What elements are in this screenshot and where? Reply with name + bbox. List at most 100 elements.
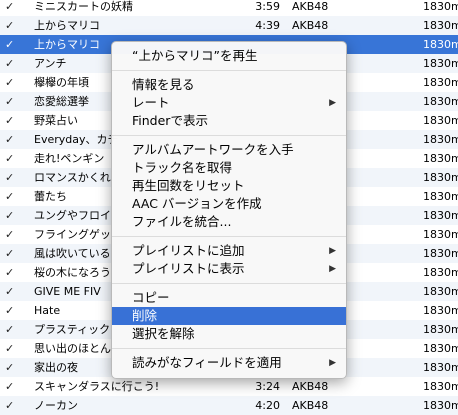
track-artist: AKB48 <box>292 399 329 412</box>
track-size: 1830m <box>423 342 458 355</box>
menu-item[interactable]: 読みがなフィールドを適用 ▶ <box>112 354 346 372</box>
menu-separator <box>112 283 346 284</box>
checkbox[interactable]: ✓ <box>5 244 19 263</box>
track-size: 1830m <box>423 380 458 393</box>
menu-item[interactable]: アルバムアートワークを入手 <box>112 141 346 159</box>
menu-item[interactable]: コピー <box>112 289 346 307</box>
checkbox[interactable]: ✓ <box>5 396 19 415</box>
track-size: 1830m <box>423 57 458 70</box>
checkbox[interactable]: ✓ <box>5 206 19 225</box>
menu-separator <box>112 348 346 349</box>
menu-item-label: AAC バージョンを作成 <box>132 196 262 211</box>
track-name: ノーカン <box>34 399 78 412</box>
checkbox[interactable]: ✓ <box>5 168 19 187</box>
submenu-arrow-icon: ▶ <box>329 98 336 108</box>
track-size: 1830m <box>423 171 458 184</box>
track-size: 1830m <box>423 76 458 89</box>
menu-item[interactable]: Finderで表示 <box>112 112 346 130</box>
menu-item[interactable]: “上からマリコ”を再生 <box>112 47 346 65</box>
menu-item-label: プレイリストに追加 <box>132 243 245 258</box>
context-menu: “上からマリコ”を再生 情報を見るレート ▶ Finderで表示アルバムアートワークを… <box>111 41 347 379</box>
menu-item[interactable]: 削除 <box>112 307 346 325</box>
track-size: 1830m <box>423 209 458 222</box>
menu-item[interactable]: 情報を見る <box>112 76 346 94</box>
menu-item-label: 情報を見る <box>132 77 195 92</box>
checkbox[interactable]: ✓ <box>5 111 19 130</box>
menu-item-label: 削除 <box>132 308 158 323</box>
track-row[interactable]: ✓ スキャンダラスに行こう! 3:24 AKB48 1830m <box>0 377 458 396</box>
menu-item[interactable]: プレイリストに表示 ▶ <box>112 260 346 278</box>
menu-item-label: アルバムアートワークを入手 <box>132 142 294 157</box>
menu-item-label: “上からマリコ”を再生 <box>132 48 258 63</box>
checkbox[interactable]: ✓ <box>5 320 19 339</box>
track-name: ミニスカートの妖精 <box>34 0 133 13</box>
track-artist: AKB48 <box>292 19 329 32</box>
track-size: 1830m <box>423 38 458 51</box>
track-row[interactable]: ✓ ノーカン 4:20 AKB48 1830m <box>0 396 458 415</box>
checkbox[interactable]: ✓ <box>5 187 19 206</box>
track-size: 1830m <box>423 133 458 146</box>
track-time: 3:24 <box>255 380 280 393</box>
track-size: 1830m <box>423 0 458 13</box>
track-size: 1830m <box>423 228 458 241</box>
checkbox[interactable]: ✓ <box>5 377 19 396</box>
track-size: 1830m <box>423 247 458 260</box>
menu-item[interactable]: プレイリストに追加 ▶ <box>112 242 346 260</box>
track-size: 1830m <box>423 19 458 32</box>
track-size: 1830m <box>423 304 458 317</box>
checkbox[interactable]: ✓ <box>5 73 19 92</box>
submenu-arrow-icon: ▶ <box>329 246 336 256</box>
checkbox[interactable]: ✓ <box>5 16 19 35</box>
track-time: 4:20 <box>255 399 280 412</box>
track-size: 1830m <box>423 361 458 374</box>
menu-item-label: プレイリストに表示 <box>132 261 245 276</box>
menu-separator <box>112 236 346 237</box>
menu-item-label: コピー <box>132 290 170 305</box>
menu-item-label: 読みがなフィールドを適用 <box>132 355 282 370</box>
menu-separator <box>112 135 346 136</box>
submenu-arrow-icon: ▶ <box>329 264 336 274</box>
track-size: 1830m <box>423 95 458 108</box>
track-time: 3:59 <box>255 0 280 13</box>
menu-item-label: 再生回数をリセット <box>132 178 245 193</box>
track-artist: AKB48 <box>292 380 329 393</box>
menu-item-label: トラック名を取得 <box>132 160 233 175</box>
menu-item-label: 選択を解除 <box>132 326 195 341</box>
menu-item-label: Finderで表示 <box>132 113 208 128</box>
submenu-arrow-icon: ▶ <box>329 358 336 368</box>
menu-item[interactable]: 選択を解除 <box>112 325 346 343</box>
track-size: 1830m <box>423 114 458 127</box>
track-size: 1830m <box>423 266 458 279</box>
checkbox[interactable]: ✓ <box>5 35 19 54</box>
track-size: 1830m <box>423 399 458 412</box>
checkbox[interactable]: ✓ <box>5 130 19 149</box>
track-name: スキャンダラスに行こう! <box>34 380 160 393</box>
checkbox[interactable]: ✓ <box>5 282 19 301</box>
track-time: 4:39 <box>255 19 280 32</box>
track-size: 1830m <box>423 190 458 203</box>
checkbox[interactable]: ✓ <box>5 225 19 244</box>
checkbox[interactable]: ✓ <box>5 0 19 16</box>
track-artist: AKB48 <box>292 0 329 13</box>
track-name: 上からマリコ <box>34 19 100 32</box>
menu-item-label: レート <box>132 95 170 110</box>
checkbox[interactable]: ✓ <box>5 358 19 377</box>
track-size: 1830m <box>423 285 458 298</box>
track-size: 1830m <box>423 323 458 336</box>
checkbox[interactable]: ✓ <box>5 301 19 320</box>
track-row[interactable]: ✓ ミニスカートの妖精 3:59 AKB48 1830m <box>0 0 458 16</box>
checkbox[interactable]: ✓ <box>5 149 19 168</box>
menu-item[interactable]: AAC バージョンを作成 <box>112 195 346 213</box>
checkbox[interactable]: ✓ <box>5 92 19 111</box>
menu-item[interactable]: ファイルを統合... <box>112 213 346 231</box>
menu-item[interactable]: 再生回数をリセット <box>112 177 346 195</box>
checkbox[interactable]: ✓ <box>5 54 19 73</box>
track-size: 1830m <box>423 152 458 165</box>
menu-item[interactable]: レート ▶ <box>112 94 346 112</box>
checkbox[interactable]: ✓ <box>5 339 19 358</box>
track-row[interactable]: ✓ 上からマリコ 4:39 AKB48 1830m <box>0 16 458 35</box>
checkbox[interactable]: ✓ <box>5 263 19 282</box>
menu-item-label: ファイルを統合... <box>132 214 232 229</box>
menu-separator <box>112 70 346 71</box>
menu-item[interactable]: トラック名を取得 <box>112 159 346 177</box>
